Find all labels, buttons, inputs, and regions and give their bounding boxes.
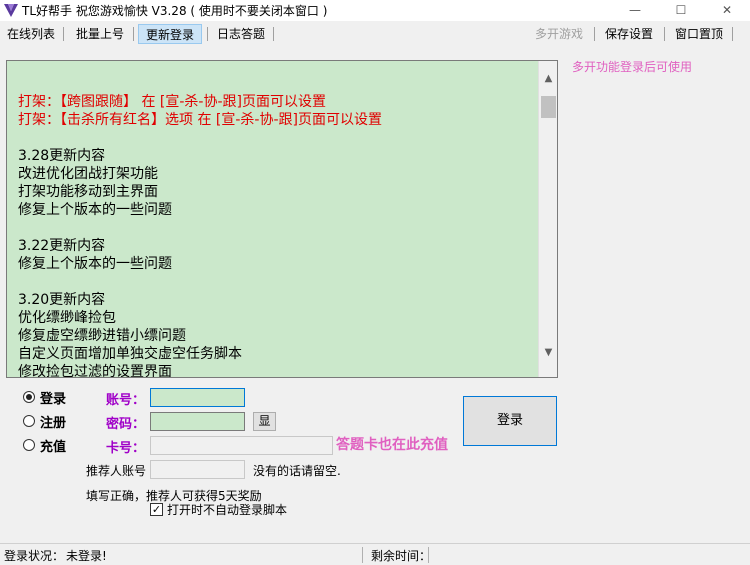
radio-unchecked-icon: [23, 439, 35, 451]
version-heading: 3.20更新内容: [18, 292, 106, 308]
menu-separator: [664, 27, 665, 41]
status-separator: [362, 547, 363, 563]
save-settings-button[interactable]: 保存设置: [600, 24, 658, 44]
minimize-button[interactable]: —: [612, 0, 658, 21]
vertical-scrollbar[interactable]: ▲ ▼: [538, 61, 557, 377]
version-heading: 3.28更新内容: [18, 148, 106, 164]
radio-recharge[interactable]: 充值: [23, 437, 67, 455]
changelog-line: 打架功能移动到主界面: [18, 184, 158, 200]
changelog-line: 改进优化团战打架功能: [18, 166, 158, 182]
status-separator: [428, 547, 429, 563]
multi-open-game-button[interactable]: 多开游戏: [530, 24, 588, 44]
radio-register[interactable]: 注册: [23, 413, 67, 431]
radio-unchecked-icon: [23, 415, 35, 427]
radio-checked-icon: [23, 391, 35, 403]
app-logo-icon: [4, 4, 18, 17]
changelog-line: 修复上个版本的一些问题: [18, 202, 172, 218]
show-password-button[interactable]: 显: [253, 412, 276, 431]
scroll-up-icon[interactable]: ▲: [539, 73, 557, 89]
remaining-time-label: 剩余时间：: [371, 549, 432, 563]
menu-bar: 在线列表 批量上号 更新登录 日志答题 多开游戏 保存设置 窗口置顶: [0, 22, 750, 46]
menu-separator: [594, 27, 595, 41]
menu-separator: [63, 27, 64, 41]
referrer-input[interactable]: [150, 460, 245, 479]
menu-separator: [732, 27, 733, 41]
notice-line: 打架：【击杀所有红名】选项 在 [宣-杀-协-跟]页面可以设置: [18, 112, 382, 128]
menu-separator: [273, 27, 274, 41]
radio-register-label: 注册: [40, 415, 67, 431]
menu-separator: [133, 27, 134, 41]
auto-login-checkbox[interactable]: ✓ 打开时不自动登录脚本: [150, 501, 287, 518]
login-status-value: 未登录!: [66, 549, 107, 563]
card-number-input[interactable]: [150, 436, 333, 455]
title-bar: TL好帮手 祝您游戏愉快 V3.28 ( 使用时不要关闭本窗口 ) — ☐ ✕: [0, 0, 750, 21]
card-label: 卡号：: [106, 441, 146, 456]
status-bar: 登录状况： 未登录! 剩余时间：: [0, 543, 750, 565]
changelog-content: 打架：【跨图跟随】 在 [宣-杀-协-跟]页面可以设置 打架：【击杀所有红名】选…: [18, 93, 538, 378]
changelog-line: 修复上个版本的一些问题: [18, 256, 172, 272]
account-input[interactable]: [150, 388, 245, 407]
auto-login-label: 打开时不自动登录脚本: [167, 503, 288, 517]
close-button[interactable]: ✕: [704, 0, 750, 21]
password-input[interactable]: [150, 412, 245, 431]
referrer-hint: 没有的话请留空.: [253, 464, 341, 478]
login-status-label: 登录状况：: [4, 549, 65, 563]
password-label: 密码：: [106, 417, 146, 432]
radio-login[interactable]: 登录: [23, 389, 67, 407]
radio-recharge-label: 充值: [40, 439, 67, 455]
window-pin-button[interactable]: 窗口置顶: [670, 24, 728, 44]
changelog-line: 自定义页面增加单独交虚空任务脚本: [18, 346, 242, 362]
version-heading: 3.22更新内容: [18, 238, 106, 254]
radio-login-label: 登录: [40, 391, 67, 407]
multi-open-note: 多开功能登录后可使用: [572, 60, 693, 74]
tab-online-list[interactable]: 在线列表: [4, 24, 58, 44]
tab-update-login[interactable]: 更新登录: [138, 24, 202, 44]
scroll-down-icon[interactable]: ▼: [539, 347, 557, 363]
changelog-line: 修改捡包过滤的设置界面: [18, 364, 172, 378]
referrer-label: 推荐人账号: [86, 464, 147, 478]
card-recharge-note: 答题卡也在此充值: [336, 437, 448, 453]
login-button[interactable]: 登录: [463, 396, 557, 446]
changelog-line: 修复虚空缥缈进错小缥问题: [18, 328, 186, 344]
tab-log-answer[interactable]: 日志答题: [213, 24, 269, 44]
tab-batch-login[interactable]: 批量上号: [72, 24, 128, 44]
changelog-textarea[interactable]: 打架：【跨图跟随】 在 [宣-杀-协-跟]页面可以设置 打架：【击杀所有红名】选…: [6, 60, 558, 378]
scroll-thumb[interactable]: [541, 96, 556, 118]
checkbox-checked-icon: ✓: [150, 503, 163, 516]
account-label: 账号：: [106, 393, 146, 408]
notice-line: 打架：【跨图跟随】 在 [宣-杀-协-跟]页面可以设置: [18, 94, 326, 110]
menu-separator: [207, 27, 208, 41]
window-title: TL好帮手 祝您游戏愉快 V3.28 ( 使用时不要关闭本窗口 ): [22, 4, 328, 18]
changelog-line: 优化缥缈峰捡包: [18, 310, 116, 326]
maximize-button[interactable]: ☐: [658, 0, 704, 21]
